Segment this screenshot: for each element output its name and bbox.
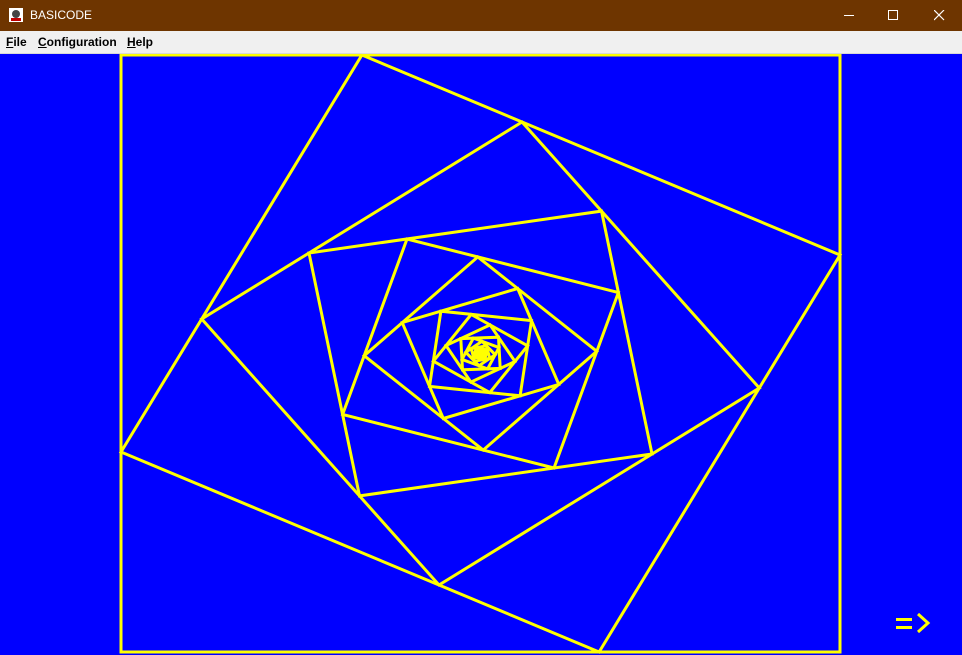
- minimize-button[interactable]: [826, 0, 872, 31]
- spiral-squares-drawing: [118, 53, 843, 654]
- menu-help[interactable]: Help: [127, 35, 153, 49]
- menu-configuration[interactable]: Configuration: [38, 35, 117, 49]
- continue-prompt-arrow-icon: [896, 612, 931, 634]
- minimize-icon: [844, 15, 854, 16]
- maximize-icon: [888, 10, 898, 20]
- title-bar[interactable]: BASICODE: [0, 0, 962, 31]
- basicode-graphics-canvas[interactable]: [0, 53, 962, 655]
- maximize-button[interactable]: [870, 0, 916, 31]
- menu-bar: File Configuration Help: [0, 31, 962, 54]
- app-icon: [9, 8, 23, 22]
- close-icon: [934, 10, 945, 21]
- app-window: BASICODE File Configuration Help: [0, 0, 962, 655]
- spiral-square: [478, 351, 483, 356]
- window-title: BASICODE: [30, 8, 93, 22]
- close-button[interactable]: [916, 0, 962, 31]
- menu-file[interactable]: File: [6, 35, 27, 49]
